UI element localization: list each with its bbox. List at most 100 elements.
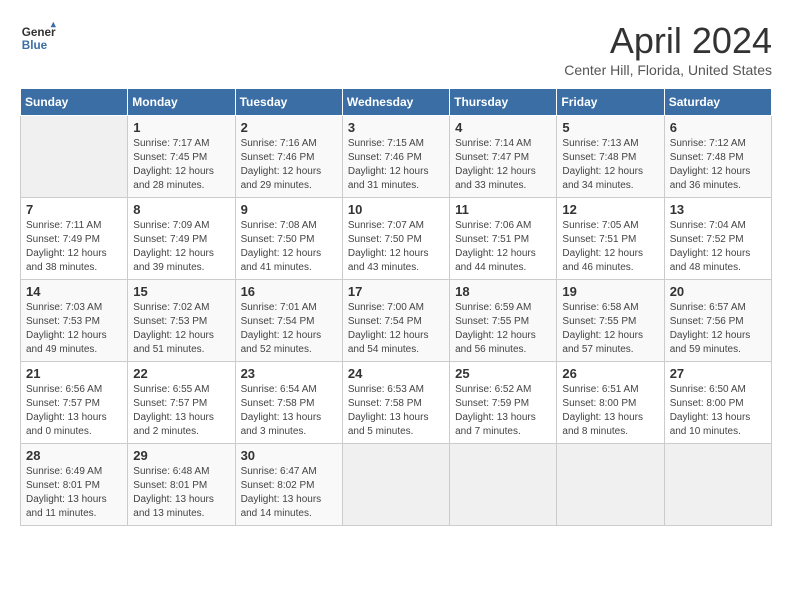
day-number: 14 (26, 284, 122, 299)
day-number: 11 (455, 202, 551, 217)
day-number: 26 (562, 366, 658, 381)
day-info: Sunrise: 7:12 AMSunset: 7:48 PMDaylight:… (670, 137, 766, 193)
calendar-day-cell: 4 Sunrise: 7:14 AMSunset: 7:47 PMDayligh… (450, 116, 557, 198)
calendar-day-cell: 21 Sunrise: 6:56 AMSunset: 7:57 PMDaylig… (21, 362, 128, 444)
calendar-day-cell: 10 Sunrise: 7:07 AMSunset: 7:50 PMDaylig… (342, 198, 449, 280)
calendar-week-row: 1 Sunrise: 7:17 AMSunset: 7:45 PMDayligh… (21, 116, 772, 198)
day-number: 18 (455, 284, 551, 299)
day-number: 9 (241, 202, 337, 217)
weekday-header: Wednesday (342, 89, 449, 116)
day-info: Sunrise: 6:56 AMSunset: 7:57 PMDaylight:… (26, 383, 122, 439)
day-number: 24 (348, 366, 444, 381)
day-number: 22 (133, 366, 229, 381)
day-info: Sunrise: 6:58 AMSunset: 7:55 PMDaylight:… (562, 301, 658, 357)
day-number: 23 (241, 366, 337, 381)
calendar-day-cell: 14 Sunrise: 7:03 AMSunset: 7:53 PMDaylig… (21, 280, 128, 362)
day-info: Sunrise: 6:55 AMSunset: 7:57 PMDaylight:… (133, 383, 229, 439)
calendar-week-row: 21 Sunrise: 6:56 AMSunset: 7:57 PMDaylig… (21, 362, 772, 444)
weekday-header: Sunday (21, 89, 128, 116)
calendar-day-cell: 6 Sunrise: 7:12 AMSunset: 7:48 PMDayligh… (664, 116, 771, 198)
month-title: April 2024 (564, 20, 772, 62)
day-info: Sunrise: 6:51 AMSunset: 8:00 PMDaylight:… (562, 383, 658, 439)
calendar-day-cell (342, 444, 449, 526)
day-info: Sunrise: 7:03 AMSunset: 7:53 PMDaylight:… (26, 301, 122, 357)
calendar-day-cell: 27 Sunrise: 6:50 AMSunset: 8:00 PMDaylig… (664, 362, 771, 444)
day-number: 20 (670, 284, 766, 299)
day-info: Sunrise: 7:13 AMSunset: 7:48 PMDaylight:… (562, 137, 658, 193)
weekday-header: Thursday (450, 89, 557, 116)
calendar-day-cell: 20 Sunrise: 6:57 AMSunset: 7:56 PMDaylig… (664, 280, 771, 362)
day-number: 30 (241, 448, 337, 463)
title-block: April 2024 Center Hill, Florida, United … (564, 20, 772, 78)
day-info: Sunrise: 7:16 AMSunset: 7:46 PMDaylight:… (241, 137, 337, 193)
day-number: 12 (562, 202, 658, 217)
day-info: Sunrise: 6:59 AMSunset: 7:55 PMDaylight:… (455, 301, 551, 357)
calendar-day-cell: 2 Sunrise: 7:16 AMSunset: 7:46 PMDayligh… (235, 116, 342, 198)
calendar-day-cell (557, 444, 664, 526)
day-number: 28 (26, 448, 122, 463)
logo: General Blue (20, 20, 56, 56)
day-info: Sunrise: 7:02 AMSunset: 7:53 PMDaylight:… (133, 301, 229, 357)
day-info: Sunrise: 7:06 AMSunset: 7:51 PMDaylight:… (455, 219, 551, 275)
calendar-day-cell: 22 Sunrise: 6:55 AMSunset: 7:57 PMDaylig… (128, 362, 235, 444)
day-number: 3 (348, 120, 444, 135)
day-number: 8 (133, 202, 229, 217)
calendar-day-cell: 15 Sunrise: 7:02 AMSunset: 7:53 PMDaylig… (128, 280, 235, 362)
day-info: Sunrise: 6:50 AMSunset: 8:00 PMDaylight:… (670, 383, 766, 439)
calendar-day-cell: 3 Sunrise: 7:15 AMSunset: 7:46 PMDayligh… (342, 116, 449, 198)
calendar-body: 1 Sunrise: 7:17 AMSunset: 7:45 PMDayligh… (21, 116, 772, 526)
calendar-day-cell: 5 Sunrise: 7:13 AMSunset: 7:48 PMDayligh… (557, 116, 664, 198)
day-info: Sunrise: 6:53 AMSunset: 7:58 PMDaylight:… (348, 383, 444, 439)
day-number: 7 (26, 202, 122, 217)
calendar-day-cell: 16 Sunrise: 7:01 AMSunset: 7:54 PMDaylig… (235, 280, 342, 362)
day-number: 25 (455, 366, 551, 381)
weekday-header: Friday (557, 89, 664, 116)
calendar-day-cell: 26 Sunrise: 6:51 AMSunset: 8:00 PMDaylig… (557, 362, 664, 444)
calendar-day-cell (21, 116, 128, 198)
calendar-table: SundayMondayTuesdayWednesdayThursdayFrid… (20, 88, 772, 526)
day-info: Sunrise: 7:15 AMSunset: 7:46 PMDaylight:… (348, 137, 444, 193)
day-info: Sunrise: 6:47 AMSunset: 8:02 PMDaylight:… (241, 465, 337, 521)
day-info: Sunrise: 7:11 AMSunset: 7:49 PMDaylight:… (26, 219, 122, 275)
day-number: 21 (26, 366, 122, 381)
calendar-day-cell: 28 Sunrise: 6:49 AMSunset: 8:01 PMDaylig… (21, 444, 128, 526)
day-info: Sunrise: 7:09 AMSunset: 7:49 PMDaylight:… (133, 219, 229, 275)
day-number: 15 (133, 284, 229, 299)
day-number: 2 (241, 120, 337, 135)
calendar-week-row: 7 Sunrise: 7:11 AMSunset: 7:49 PMDayligh… (21, 198, 772, 280)
calendar-day-cell (664, 444, 771, 526)
calendar-day-cell: 13 Sunrise: 7:04 AMSunset: 7:52 PMDaylig… (664, 198, 771, 280)
day-info: Sunrise: 7:14 AMSunset: 7:47 PMDaylight:… (455, 137, 551, 193)
svg-text:General: General (22, 26, 56, 39)
day-info: Sunrise: 7:08 AMSunset: 7:50 PMDaylight:… (241, 219, 337, 275)
weekday-header: Saturday (664, 89, 771, 116)
day-info: Sunrise: 6:54 AMSunset: 7:58 PMDaylight:… (241, 383, 337, 439)
calendar-day-cell: 1 Sunrise: 7:17 AMSunset: 7:45 PMDayligh… (128, 116, 235, 198)
day-info: Sunrise: 7:17 AMSunset: 7:45 PMDaylight:… (133, 137, 229, 193)
day-number: 13 (670, 202, 766, 217)
day-info: Sunrise: 7:05 AMSunset: 7:51 PMDaylight:… (562, 219, 658, 275)
day-number: 27 (670, 366, 766, 381)
weekday-header: Monday (128, 89, 235, 116)
day-number: 6 (670, 120, 766, 135)
day-number: 4 (455, 120, 551, 135)
calendar-day-cell: 30 Sunrise: 6:47 AMSunset: 8:02 PMDaylig… (235, 444, 342, 526)
location-subtitle: Center Hill, Florida, United States (564, 62, 772, 78)
calendar-week-row: 28 Sunrise: 6:49 AMSunset: 8:01 PMDaylig… (21, 444, 772, 526)
day-info: Sunrise: 7:01 AMSunset: 7:54 PMDaylight:… (241, 301, 337, 357)
calendar-day-cell: 7 Sunrise: 7:11 AMSunset: 7:49 PMDayligh… (21, 198, 128, 280)
day-info: Sunrise: 6:52 AMSunset: 7:59 PMDaylight:… (455, 383, 551, 439)
day-info: Sunrise: 7:00 AMSunset: 7:54 PMDaylight:… (348, 301, 444, 357)
day-number: 19 (562, 284, 658, 299)
day-info: Sunrise: 6:48 AMSunset: 8:01 PMDaylight:… (133, 465, 229, 521)
calendar-header-row: SundayMondayTuesdayWednesdayThursdayFrid… (21, 89, 772, 116)
logo-icon: General Blue (20, 20, 56, 56)
weekday-header: Tuesday (235, 89, 342, 116)
svg-text:Blue: Blue (22, 39, 48, 52)
day-info: Sunrise: 7:07 AMSunset: 7:50 PMDaylight:… (348, 219, 444, 275)
calendar-week-row: 14 Sunrise: 7:03 AMSunset: 7:53 PMDaylig… (21, 280, 772, 362)
calendar-day-cell: 23 Sunrise: 6:54 AMSunset: 7:58 PMDaylig… (235, 362, 342, 444)
calendar-day-cell: 19 Sunrise: 6:58 AMSunset: 7:55 PMDaylig… (557, 280, 664, 362)
day-number: 10 (348, 202, 444, 217)
day-number: 5 (562, 120, 658, 135)
